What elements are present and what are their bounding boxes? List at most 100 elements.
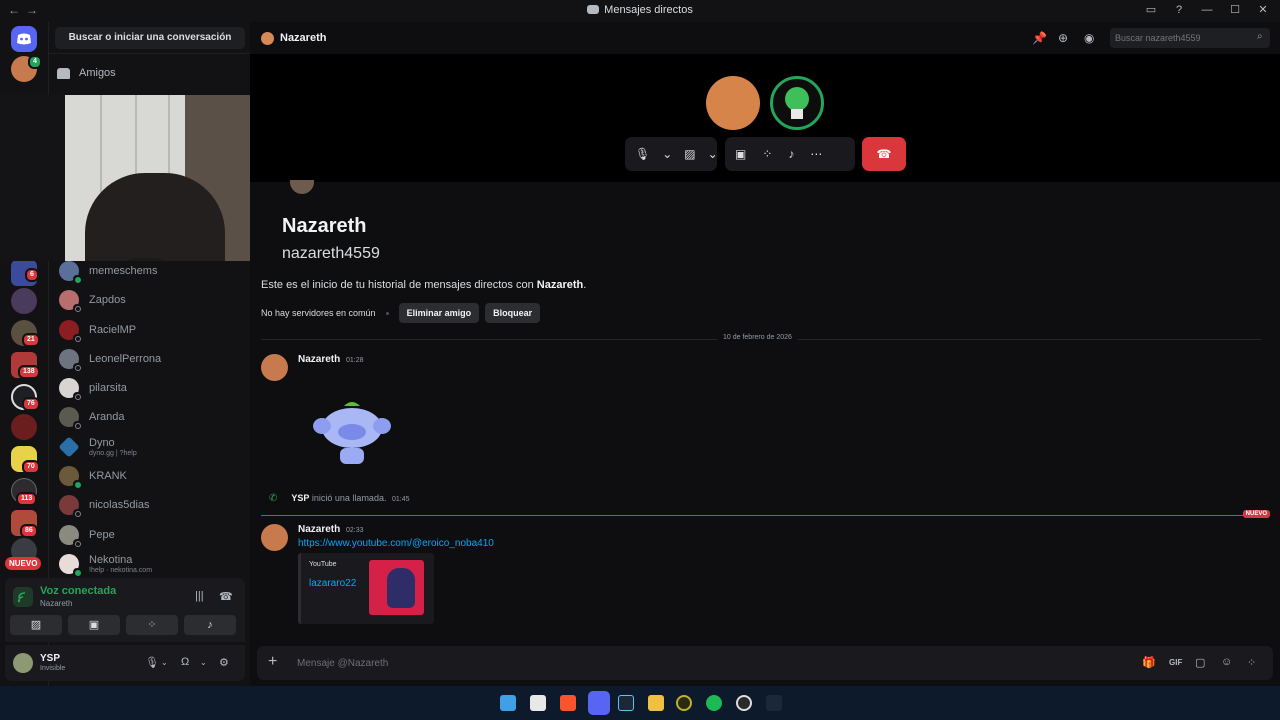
- folder-icon[interactable]: [648, 695, 664, 711]
- server-badge: 21: [22, 333, 40, 347]
- mutual-servers: No hay servidores en común: [261, 308, 376, 318]
- dm-badge: 4: [28, 55, 42, 69]
- dm-item[interactable]: Dyno dyno.gg | ?help: [58, 433, 245, 461]
- app-icon[interactable]: [676, 695, 692, 711]
- activities-button[interactable]: ⁘: [126, 615, 178, 635]
- chevron-down-icon[interactable]: ⌄: [200, 658, 207, 667]
- chevron-down-icon[interactable]: ⌄: [161, 658, 168, 667]
- soundboard-icon[interactable]: ♪: [788, 147, 794, 161]
- dm-name: Aranda: [89, 411, 125, 423]
- noise-suppression-icon[interactable]: |||: [195, 590, 204, 602]
- sticker-icon[interactable]: ▢: [1195, 656, 1205, 669]
- user-avatar[interactable]: [13, 653, 33, 673]
- dm-item[interactable]: memeschems: [59, 257, 245, 285]
- screen-share-button[interactable]: ▣: [68, 615, 120, 635]
- steam-icon[interactable]: [766, 695, 782, 711]
- chevron-down-icon[interactable]: ⌄: [708, 147, 718, 161]
- server-badge: 113: [16, 492, 38, 506]
- mic-icon[interactable]: 🎙: [635, 147, 650, 161]
- gif-icon[interactable]: GIF: [1169, 658, 1182, 667]
- brave-icon[interactable]: [560, 695, 576, 711]
- block-button[interactable]: Bloquear: [485, 303, 541, 323]
- app-icon[interactable]: [736, 695, 752, 711]
- pin-icon[interactable]: 📌: [1032, 31, 1047, 45]
- dm-item[interactable]: Nekotina !help · nekotina.com: [59, 550, 245, 578]
- chevron-down-icon[interactable]: ⌄: [662, 147, 672, 161]
- minimize-button[interactable]: —: [1200, 4, 1214, 16]
- embed-title[interactable]: lazararo22: [309, 578, 356, 589]
- date-divider: 10 de febrero de 2026: [261, 334, 1261, 341]
- camera-off-icon[interactable]: ▨: [684, 147, 695, 161]
- message-author[interactable]: Nazareth: [298, 354, 340, 365]
- server-icon[interactable]: [11, 288, 37, 314]
- start-icon[interactable]: [500, 695, 516, 711]
- sticker-image[interactable]: [310, 400, 394, 472]
- dm-item[interactable]: Aranda: [59, 403, 245, 431]
- gift-icon[interactable]: 🎁: [1142, 656, 1156, 669]
- inbox-icon[interactable]: ▭: [1144, 3, 1158, 16]
- message-avatar[interactable]: [261, 524, 288, 551]
- discord-logo-icon: [17, 33, 31, 45]
- steam-icon[interactable]: [618, 695, 634, 711]
- home-button[interactable]: [11, 26, 37, 52]
- message-avatar[interactable]: [261, 354, 288, 381]
- divider: [49, 53, 251, 54]
- dm-name: Nekotina: [89, 554, 133, 566]
- status-icon: [73, 480, 81, 488]
- dm-name: Zapdos: [89, 294, 126, 306]
- dm-item[interactable]: KRANK: [59, 462, 245, 490]
- remove-friend-button[interactable]: Eliminar amigo: [398, 303, 480, 323]
- screen-share-icon[interactable]: ▣: [735, 147, 746, 161]
- main-chat: Nazareth 📌 ⊕ ◉ ⌕ 🎙 ⌄ ▨ ⌄ ▣ ⁘ ♪ ⋯ ☎ Nazar…: [250, 22, 1280, 686]
- friends-nav-item[interactable]: Amigos: [57, 63, 116, 83]
- spotify-icon[interactable]: [706, 695, 722, 711]
- more-icon[interactable]: ⋯: [810, 147, 822, 161]
- call-user[interactable]: YSP: [291, 493, 309, 503]
- dm-item[interactable]: LeonelPerrona: [59, 345, 245, 373]
- message-link[interactable]: https://www.youtube.com/@eroico_noba410: [298, 538, 494, 549]
- message-input[interactable]: [297, 654, 1077, 672]
- youtube-embed[interactable]: YouTube lazararo22: [298, 553, 434, 624]
- dm-item[interactable]: pilarsita: [59, 374, 245, 402]
- dm-item[interactable]: Zapdos: [59, 286, 245, 314]
- participant-image: [785, 87, 809, 119]
- signal-bars-icon: [17, 592, 26, 603]
- close-button[interactable]: ✕: [1256, 3, 1270, 16]
- activities-icon[interactable]: ⁘: [762, 147, 772, 161]
- discord-taskbar-icon[interactable]: [588, 691, 610, 715]
- status-icon: [73, 539, 81, 547]
- dm-name: RacielMP: [89, 324, 137, 336]
- participant-avatar[interactable]: [706, 76, 760, 130]
- gear-icon[interactable]: ⚙: [219, 656, 229, 669]
- dm-item[interactable]: RacielMP: [59, 316, 245, 344]
- soundboard-button[interactable]: ♪: [184, 615, 236, 635]
- participant-avatar-speaking[interactable]: [770, 76, 824, 130]
- dm-item[interactable]: Pepe: [59, 521, 245, 549]
- headphones-icon[interactable]: Ω: [181, 656, 189, 668]
- server-icon[interactable]: [11, 414, 37, 440]
- welcome-bold-name: Nazareth: [536, 279, 584, 291]
- profile-icon[interactable]: ◉: [1084, 31, 1094, 45]
- plus-icon[interactable]: +: [268, 654, 277, 670]
- add-friend-icon[interactable]: ⊕: [1058, 31, 1068, 45]
- status-icon: [73, 568, 81, 576]
- title-bar: ← → Mensajes directos ▭ ? — ☐ ✕: [0, 0, 1280, 22]
- apps-icon[interactable]: ⁘: [1247, 656, 1256, 669]
- camera-toggle-button[interactable]: ▨: [10, 615, 62, 635]
- embed-thumbnail[interactable]: [369, 560, 424, 615]
- emoji-icon[interactable]: ☺: [1221, 656, 1232, 668]
- header-name[interactable]: Nazareth: [280, 32, 326, 44]
- search-input[interactable]: [1110, 28, 1270, 48]
- hangup-button[interactable]: ☎: [862, 137, 906, 171]
- mic-icon[interactable]: 🎙: [145, 656, 159, 669]
- dm-item[interactable]: nicolas5dias: [59, 491, 245, 519]
- new-badge: NUEVO: [5, 557, 42, 570]
- help-icon[interactable]: ?: [1172, 4, 1186, 16]
- disconnect-icon[interactable]: ☎: [219, 590, 233, 603]
- taskview-icon[interactable]: [530, 695, 546, 711]
- conversation-search-button[interactable]: Buscar o iniciar una conversación: [55, 27, 245, 49]
- voice-channel[interactable]: Nazareth: [40, 599, 72, 608]
- maximize-button[interactable]: ☐: [1228, 3, 1242, 16]
- message-author[interactable]: Nazareth: [298, 524, 340, 535]
- date-label: 10 de febrero de 2026: [717, 334, 798, 341]
